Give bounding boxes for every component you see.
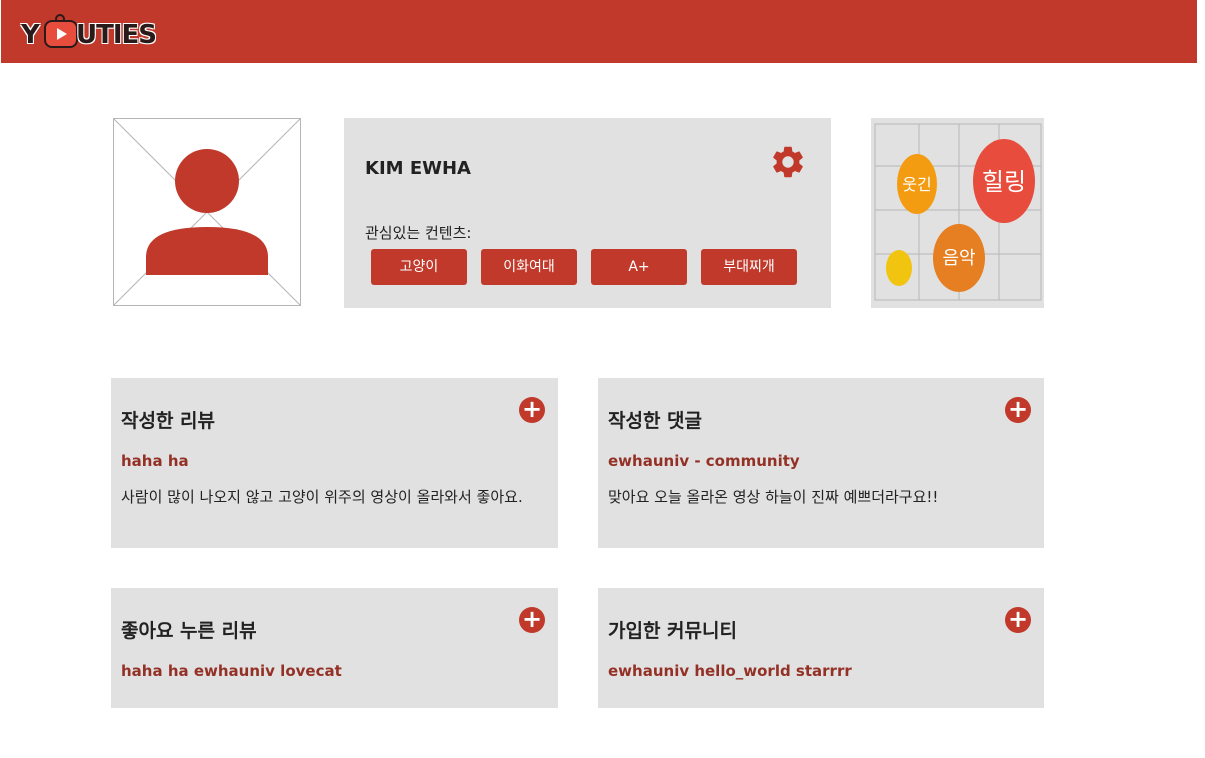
written-reviews-card: 작성한 리뷰 + haha ha 사람이 많이 나오지 않고 고양이 위주의 영…: [111, 378, 558, 548]
interest-tag-stew[interactable]: 부대찌개: [701, 249, 797, 285]
liked-reviews-title: 좋아요 누른 리뷰: [121, 620, 257, 642]
written-reviews-title: 작성한 리뷰: [121, 410, 216, 432]
add-community-plus-icon[interactable]: +: [1005, 607, 1031, 633]
avatar-placeholder-icon: [114, 119, 300, 305]
cloud-word-music: 음악: [942, 248, 975, 269]
written-comments-card: 작성한 댓글 + ewhauniv - community 맞아요 오늘 올라온…: [598, 378, 1044, 548]
add-comment-plus-icon[interactable]: +: [1005, 397, 1031, 423]
word-cloud-graphic: 웃긴 힐링 음악: [874, 123, 1042, 301]
comment-body: 맞아요 오늘 올라온 영상 하늘이 진짜 예쁘더라구요!!: [608, 488, 939, 506]
add-review-plus-icon[interactable]: +: [519, 397, 545, 423]
interest-word-cloud: 웃긴 힐링 음악: [871, 118, 1044, 308]
logo-suffix: UTIES: [76, 20, 157, 50]
written-comments-title: 작성한 댓글: [608, 410, 703, 432]
community-links[interactable]: ewhauniv hello_world starrrr: [608, 662, 852, 680]
cloud-word-healing: 힐링: [982, 168, 1026, 196]
interest-tag-aplus[interactable]: A+: [591, 249, 687, 285]
review-link[interactable]: haha ha: [121, 452, 189, 470]
cloud-word-funny: 웃긴: [902, 175, 931, 194]
interest-tag-cat[interactable]: 고양이: [371, 249, 467, 285]
settings-gear-icon[interactable]: [769, 143, 807, 181]
add-liked-plus-icon[interactable]: +: [519, 607, 545, 633]
profile-avatar: [113, 118, 301, 306]
top-bar: Y UTIES: [1, 0, 1197, 63]
user-name: KIM EWHA: [365, 158, 471, 179]
review-body: 사람이 많이 나오지 않고 고양이 위주의 영상이 올라와서 좋아요.: [121, 488, 523, 506]
interests-label: 관심있는 컨텐츠:: [365, 224, 472, 242]
joined-communities-title: 가입한 커뮤니티: [608, 620, 737, 642]
logo-prefix: Y: [21, 20, 40, 50]
logo-tv-icon: [44, 20, 78, 48]
joined-communities-card: 가입한 커뮤니티 + ewhauniv hello_world starrrr: [598, 588, 1044, 708]
liked-review-links[interactable]: haha ha ewhauniv lovecat: [121, 662, 342, 680]
interest-tag-ewha[interactable]: 이화여대: [481, 249, 577, 285]
comment-link[interactable]: ewhauniv - community: [608, 452, 800, 470]
profile-info-card: KIM EWHA 관심있는 컨텐츠: 고양이 이화여대 A+ 부대찌개: [344, 118, 831, 308]
logo[interactable]: Y UTIES: [19, 14, 169, 54]
liked-reviews-card: 좋아요 누른 리뷰 + haha ha ewhauniv lovecat: [111, 588, 558, 708]
